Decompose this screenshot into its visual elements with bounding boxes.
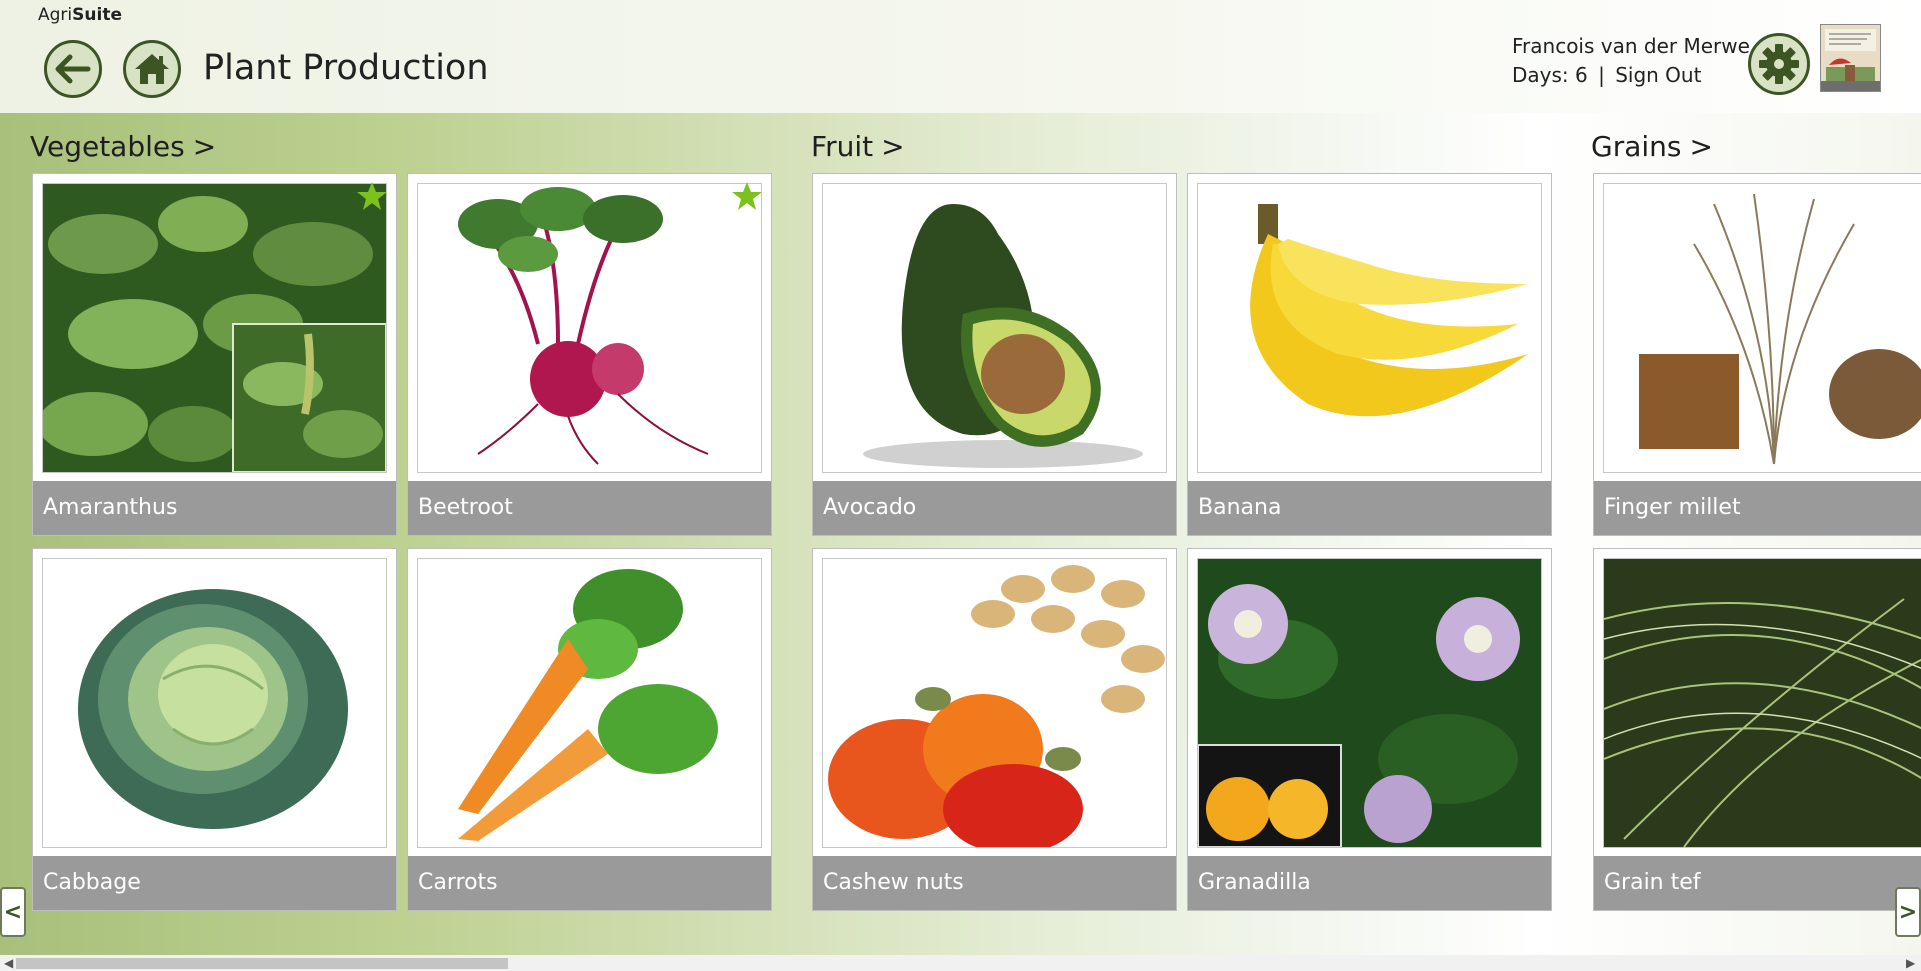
avocado-image bbox=[822, 183, 1167, 473]
tile-grain-tef[interactable]: Grain tef bbox=[1593, 548, 1921, 911]
group-header-grains[interactable]: Grains > bbox=[1591, 130, 1713, 163]
gear-icon bbox=[1759, 44, 1799, 84]
grain-tef-image bbox=[1603, 558, 1921, 848]
arrow-left-icon bbox=[55, 54, 91, 84]
scrollbar-thumb[interactable] bbox=[16, 958, 508, 969]
tile-banana[interactable]: Banana bbox=[1187, 173, 1552, 536]
scrollbar-right-arrow-icon[interactable]: ▶ bbox=[1906, 955, 1915, 971]
days-remaining: Days: 6 bbox=[1512, 63, 1588, 87]
banana-image bbox=[1197, 183, 1542, 473]
home-icon bbox=[135, 54, 169, 84]
tile-label: Granadilla bbox=[1188, 856, 1551, 910]
chevron-right-icon: > bbox=[1898, 899, 1918, 925]
cabbage-image bbox=[42, 558, 387, 848]
finger-millet-image bbox=[1603, 183, 1921, 473]
home-button[interactable] bbox=[123, 40, 181, 98]
star-icon bbox=[732, 182, 762, 210]
tile-label: Avocado bbox=[813, 481, 1176, 535]
tile-beetroot[interactable]: Beetroot bbox=[407, 173, 772, 536]
scrollbar-left-arrow-icon[interactable]: ◀ bbox=[4, 955, 13, 971]
tile-label: Finger millet bbox=[1594, 481, 1921, 535]
brand-suffix: Suite bbox=[72, 5, 122, 25]
cashew-nuts-image bbox=[822, 558, 1167, 848]
tile-label: Banana bbox=[1188, 481, 1551, 535]
granadilla-image bbox=[1197, 558, 1542, 848]
star-icon bbox=[357, 182, 387, 210]
beetroot-image bbox=[417, 183, 762, 473]
app-brand: AgriSuite bbox=[38, 5, 122, 25]
carrots-image bbox=[417, 558, 762, 848]
sign-out-link[interactable]: Sign Out bbox=[1615, 63, 1701, 87]
chevron-right-icon: > bbox=[192, 130, 217, 163]
tile-label: Beetroot bbox=[408, 481, 771, 535]
group-title: Fruit bbox=[811, 130, 874, 163]
profile-picture bbox=[1821, 25, 1880, 91]
horizontal-scrollbar[interactable]: ◀ ▶ bbox=[0, 955, 1921, 971]
tile-granadilla[interactable]: Granadilla bbox=[1187, 548, 1552, 911]
amaranthus-image bbox=[42, 183, 387, 473]
group-header-fruit[interactable]: Fruit > bbox=[811, 130, 905, 163]
tile-avocado[interactable]: Avocado bbox=[812, 173, 1177, 536]
chevron-left-icon: < bbox=[3, 899, 23, 925]
scroll-right-button[interactable]: > bbox=[1895, 887, 1921, 937]
tile-cashew-nuts[interactable]: Cashew nuts bbox=[812, 548, 1177, 911]
settings-button[interactable] bbox=[1748, 33, 1810, 95]
chevron-right-icon: > bbox=[881, 130, 905, 163]
page-title: Plant Production bbox=[203, 48, 489, 88]
tile-label: Grain tef bbox=[1594, 856, 1921, 910]
group-title: Vegetables bbox=[30, 130, 185, 163]
tile-carrots[interactable]: Carrots bbox=[407, 548, 772, 911]
group-title: Grains bbox=[1591, 130, 1682, 163]
group-header-vegetables[interactable]: Vegetables > bbox=[30, 130, 216, 163]
separator: | bbox=[1598, 63, 1605, 87]
app-header: AgriSuite Plant Production Francois van … bbox=[0, 0, 1921, 113]
user-name: Francois van der Merwe bbox=[1512, 34, 1750, 58]
content-area: Vegetables > Amaranthus Beetroot Cabbage… bbox=[0, 113, 1921, 955]
tile-finger-millet[interactable]: Finger millet bbox=[1593, 173, 1921, 536]
tile-label: Carrots bbox=[408, 856, 771, 910]
tile-amaranthus[interactable]: Amaranthus bbox=[32, 173, 397, 536]
tile-label: Cabbage bbox=[33, 856, 396, 910]
brand-prefix: Agri bbox=[38, 5, 73, 25]
chevron-right-icon: > bbox=[1689, 130, 1713, 163]
tile-cabbage[interactable]: Cabbage bbox=[32, 548, 397, 911]
avatar[interactable] bbox=[1820, 24, 1881, 92]
back-button[interactable] bbox=[44, 40, 102, 98]
tile-label: Amaranthus bbox=[33, 481, 396, 535]
days-line: Days: 6 | Sign Out bbox=[1512, 63, 1701, 87]
scroll-left-button[interactable]: < bbox=[0, 887, 26, 937]
tile-label: Cashew nuts bbox=[813, 856, 1176, 910]
